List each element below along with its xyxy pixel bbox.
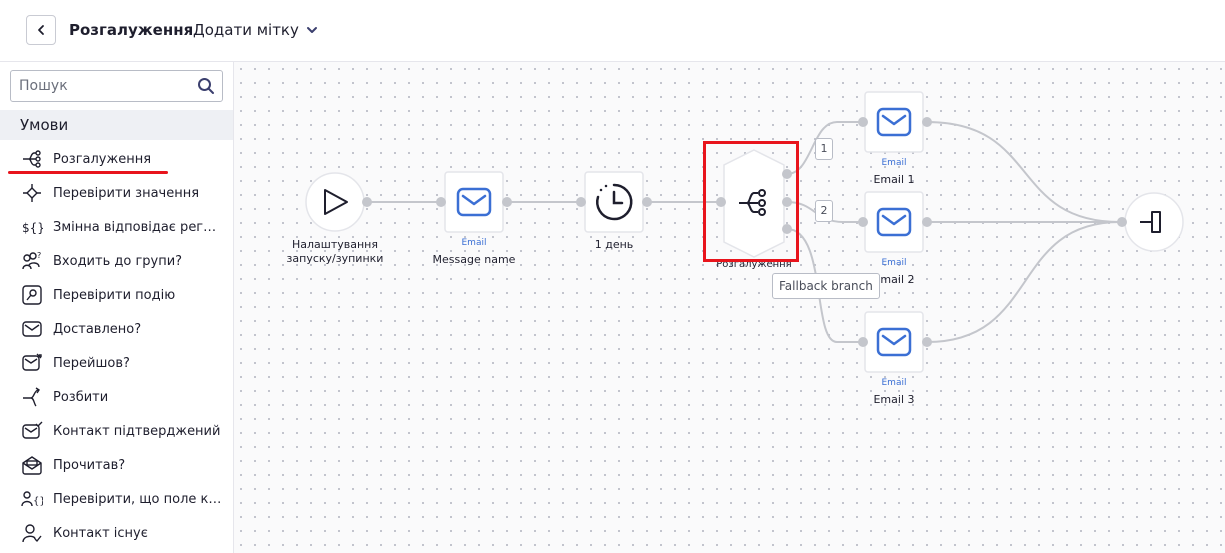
email-node-1[interactable] (858, 91, 932, 153)
email-node-main[interactable] (436, 171, 512, 233)
flow-diagram (305, 91, 1184, 373)
branch-badge-2[interactable]: 2 (815, 200, 833, 222)
email1-label: Email 1 (873, 173, 915, 186)
connector-email1-exit (926, 121, 1121, 223)
email-node-3[interactable] (858, 311, 932, 373)
start-label-line2: запуску/зупинки (286, 252, 384, 265)
email2-type: Email (881, 258, 907, 268)
branch-badge-1[interactable]: 1 (815, 138, 833, 160)
email3-label: Email 3 (873, 393, 915, 406)
email-node-2[interactable] (858, 191, 932, 253)
email1-type: Email (881, 158, 907, 168)
email-main-label: Message name (432, 253, 516, 266)
start-label-line1: Налаштування (292, 238, 378, 251)
connector-email3-exit (926, 221, 1121, 343)
fallback-branch-tooltip: Fallback branch (772, 273, 880, 299)
email-main-type: Email (461, 238, 487, 248)
start-node[interactable] (305, 172, 372, 232)
exit-node[interactable] (1117, 192, 1184, 252)
delay-label: 1 день (594, 238, 634, 251)
branch-node-highlight (703, 141, 799, 262)
start-node-label: Налаштування запуску/зупинки (275, 238, 395, 266)
delay-node[interactable] (576, 171, 652, 233)
email3-type: Email (881, 378, 907, 388)
